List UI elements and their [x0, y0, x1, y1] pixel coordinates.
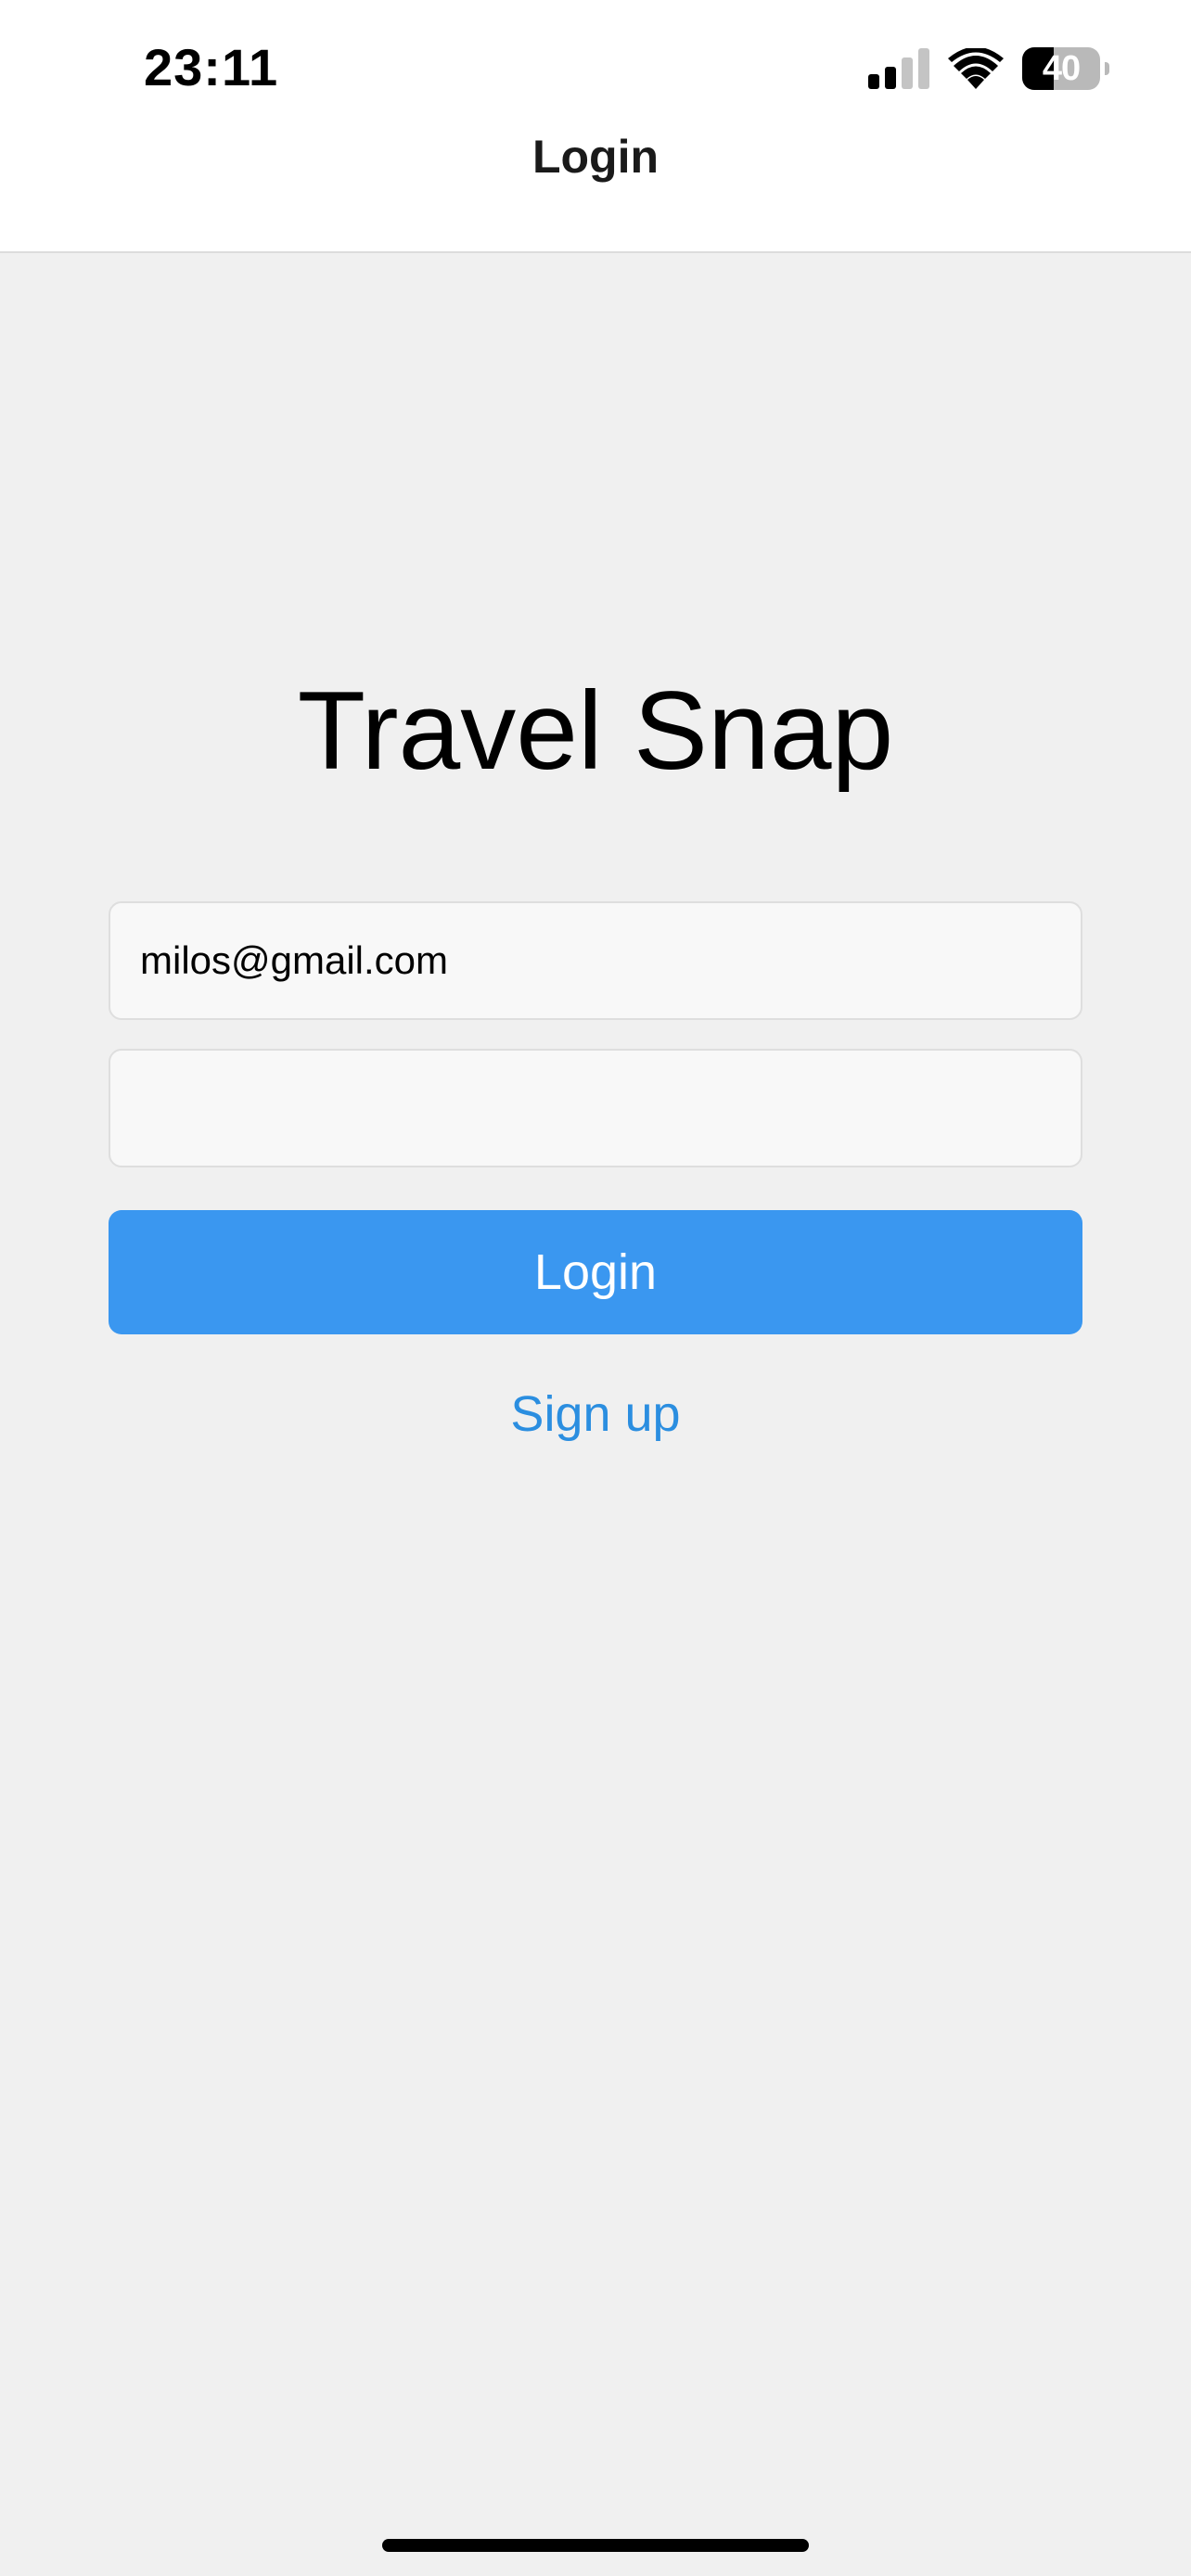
battery-tip [1105, 62, 1109, 75]
battery-level: 40 [1042, 48, 1081, 88]
wifi-icon [948, 48, 1004, 89]
signup-link[interactable]: Sign up [0, 1385, 1191, 1443]
battery-icon: 40 [1022, 47, 1109, 90]
status-icons: 40 [868, 45, 1109, 93]
app-title: Travel Snap [297, 669, 894, 793]
top-bar: 23:11 40 Login [0, 0, 1191, 253]
battery-body: 40 [1022, 47, 1100, 90]
login-button[interactable]: Login [109, 1210, 1082, 1334]
password-field[interactable] [109, 1049, 1082, 1167]
email-field[interactable] [109, 901, 1082, 1020]
signal-icon [868, 48, 929, 89]
status-time: 23:11 [144, 38, 279, 96]
login-screen: 23:11 40 Login Travel Snap milos@gmail.c… [0, 0, 1191, 2576]
nav-title: Login [531, 131, 660, 183]
home-indicator[interactable] [382, 2539, 809, 2552]
